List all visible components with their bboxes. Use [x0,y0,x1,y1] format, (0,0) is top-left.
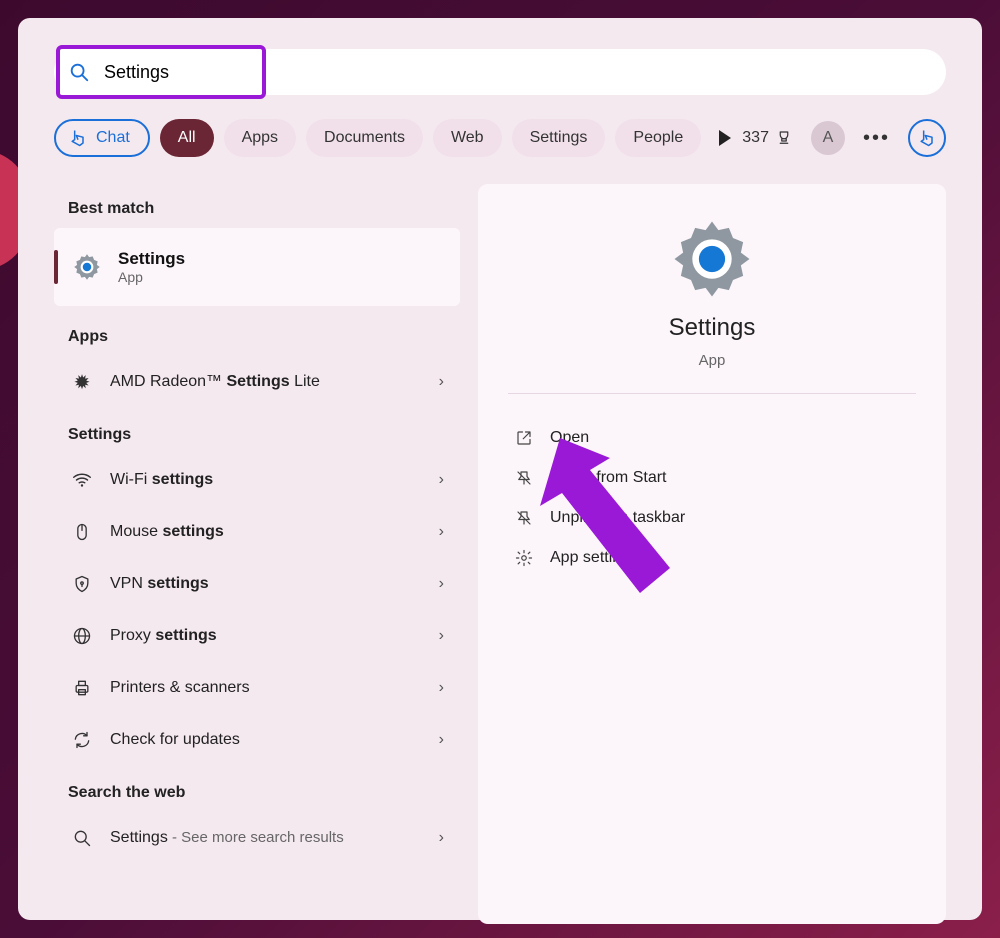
rewards-points[interactable]: 337 [742,129,793,147]
mouse-icon [70,520,94,544]
more-options-icon[interactable]: ••• [863,127,890,150]
filter-chips-row: Chat All Apps Documents Web Settings Peo… [54,116,946,160]
action-unpin-start-label: Unpin from Start [550,469,666,487]
user-avatar[interactable]: A [811,121,845,155]
unpin-icon [514,508,534,528]
preview-title: Settings [669,314,756,342]
result-proxy-settings[interactable]: Proxy settings › [54,610,460,662]
action-app-settings[interactable]: App settings [514,538,916,578]
chip-settings[interactable]: Settings [512,119,606,157]
best-match-subtitle: App [118,269,185,285]
main-content: Best match Settings App Apps ✹ AMD Radeo… [54,184,946,924]
avatar-letter: A [823,129,834,147]
preview-panel: Settings App Open Unpin from Start [478,184,946,924]
chevron-right-icon: › [439,523,444,541]
action-unpin-taskbar-label: Unpin from taskbar [550,509,685,527]
result-amd-radeon[interactable]: ✹ AMD Radeon™ Settings Lite › [54,356,460,408]
chip-documents[interactable]: Documents [306,119,423,157]
chevron-right-icon: › [439,627,444,645]
apps-header: Apps [54,320,460,356]
results-left-column: Best match Settings App Apps ✹ AMD Radeo… [54,184,460,924]
bing-icon [917,128,937,148]
result-vpn-settings[interactable]: VPN settings › [54,558,460,610]
settings-header: Settings [54,418,460,454]
action-unpin-start[interactable]: Unpin from Start [514,458,916,498]
chip-apps[interactable]: Apps [224,119,296,157]
chip-people[interactable]: People [615,119,701,157]
search-web-header: Search the web [54,776,460,812]
chip-people-label: People [633,129,683,147]
search-query-text: Settings [104,62,169,83]
result-web-search[interactable]: Settings - See more search results › [54,812,460,864]
result-proxy-label: Proxy settings [110,627,217,645]
chip-settings-label: Settings [530,129,588,147]
result-mouse-settings[interactable]: Mouse settings › [54,506,460,558]
preview-actions: Open Unpin from Start Unpin from taskbar [508,418,916,578]
chevron-right-icon: › [439,731,444,749]
wifi-icon [70,468,94,492]
result-wifi-label: Wi-Fi settings [110,471,213,489]
gear-icon [514,548,534,568]
chevron-right-icon: › [439,373,444,391]
unpin-icon [514,468,534,488]
search-icon [68,61,90,83]
chip-web[interactable]: Web [433,119,502,157]
search-icon [70,826,94,850]
open-icon [514,428,534,448]
settings-app-icon [70,250,104,284]
chip-apps-label: Apps [242,129,278,147]
result-printers-scanners[interactable]: Printers & scanners › [54,662,460,714]
printer-icon [70,676,94,700]
result-web-label: Settings - See more search results [110,829,344,847]
chevron-right-icon: › [439,575,444,593]
more-filters-arrow-icon[interactable] [719,130,731,146]
chip-all-label: All [178,129,196,147]
preview-subtitle: App [699,352,726,369]
best-match-title: Settings [118,249,185,269]
chip-web-label: Web [451,129,484,147]
chip-chat[interactable]: Chat [54,119,150,157]
action-unpin-taskbar[interactable]: Unpin from taskbar [514,498,916,538]
best-match-result[interactable]: Settings App [54,228,460,306]
action-open-label: Open [550,429,589,447]
result-printers-label: Printers & scanners [110,679,250,697]
search-box[interactable]: Settings [54,49,946,95]
chip-documents-label: Documents [324,129,405,147]
search-bar: Settings [54,48,946,96]
globe-icon [70,624,94,648]
points-value: 337 [742,129,769,147]
chevron-right-icon: › [439,471,444,489]
settings-app-large-icon [667,214,757,304]
result-vpn-label: VPN settings [110,575,209,593]
result-mouse-label: Mouse settings [110,523,224,541]
refresh-icon [70,728,94,752]
amd-icon: ✹ [70,370,94,394]
bing-chat-button[interactable] [908,119,946,157]
chip-all[interactable]: All [160,119,214,157]
action-open[interactable]: Open [514,418,916,458]
chip-chat-label: Chat [96,129,130,147]
result-updates-label: Check for updates [110,731,240,749]
action-app-settings-label: App settings [550,549,638,567]
search-highlight-box: Settings [56,45,266,99]
best-match-header: Best match [54,192,460,228]
result-amd-label: AMD Radeon™ Settings Lite [110,373,320,391]
chevron-right-icon: › [439,679,444,697]
result-wifi-settings[interactable]: Wi-Fi settings › [54,454,460,506]
shield-icon [70,572,94,596]
trophy-icon [775,129,793,147]
search-window: Settings Chat All Apps Documents Web Set… [18,18,982,920]
bing-chat-icon [68,128,88,148]
result-check-updates[interactable]: Check for updates › [54,714,460,766]
chevron-right-icon: › [439,829,444,847]
